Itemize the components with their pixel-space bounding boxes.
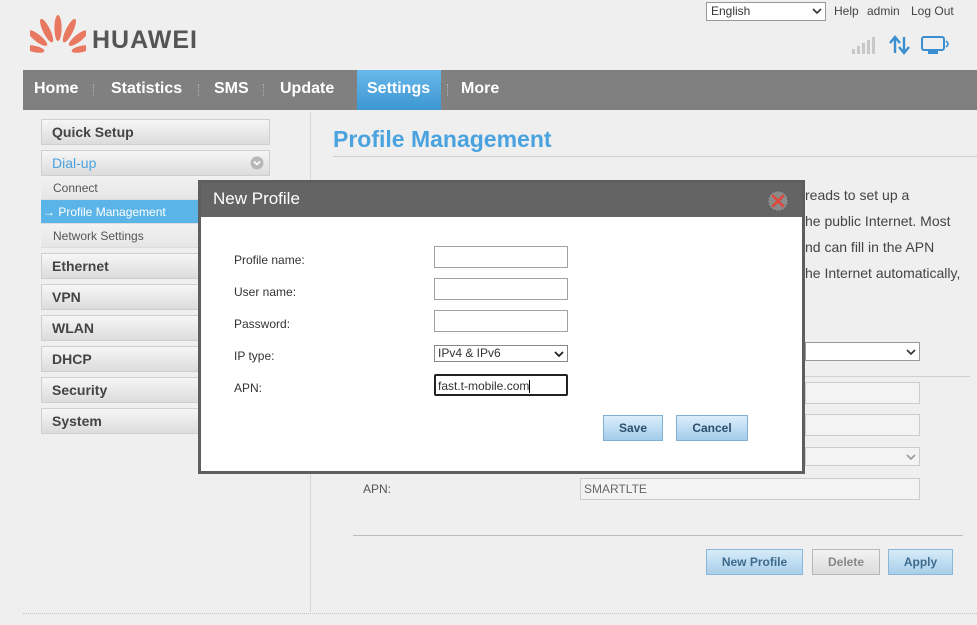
description-line: reads to set up a	[805, 187, 910, 203]
user-name-readonly	[805, 382, 920, 404]
nav-more[interactable]: More	[461, 70, 499, 110]
description-line: nd can fill in the APN	[805, 239, 935, 255]
description-line: he Internet automatically,	[805, 265, 961, 281]
new-profile-dialog: New Profile Profile name: User name: Pas…	[198, 180, 805, 474]
ip-type-select[interactable]: IPv4 & IPv6	[434, 345, 568, 362]
apn-label: APN:	[234, 381, 263, 395]
page-bottom-rule	[23, 613, 977, 615]
profile-select[interactable]	[805, 342, 920, 361]
active-arrow-icon: →	[43, 205, 55, 219]
dialog-title: New Profile	[213, 189, 300, 208]
user-link[interactable]: admin	[867, 4, 900, 18]
nav-settings-label: Settings	[367, 80, 431, 97]
sidebar-sub-label: Profile Management	[58, 205, 166, 219]
save-button[interactable]: Save	[603, 415, 663, 441]
computer-connection-icon	[921, 36, 949, 54]
bottom-rule	[353, 535, 963, 536]
nav-divider	[198, 84, 200, 96]
cancel-button[interactable]: Cancel	[676, 415, 748, 441]
nav-sms[interactable]: SMS	[214, 70, 249, 110]
signal-strength-icon	[852, 37, 875, 54]
password-label: Password:	[234, 317, 291, 331]
collapse-icon	[250, 156, 264, 170]
close-icon[interactable]	[767, 190, 789, 212]
user-name-input[interactable]	[434, 278, 568, 300]
huawei-flower-icon	[30, 15, 86, 53]
nav-statistics[interactable]: Statistics	[111, 70, 182, 110]
password-input[interactable]	[434, 310, 568, 332]
sidebar-item-label: Dial-up	[52, 155, 97, 171]
ip-type-readonly	[805, 447, 920, 466]
apn-label: APN:	[363, 482, 392, 496]
sidebar-item-dialup[interactable]: Dial-up	[41, 150, 270, 176]
nav-home[interactable]: Home	[34, 70, 78, 110]
page-title: Profile Management	[333, 126, 552, 152]
ip-type-value: IPv4 & IPv6	[438, 346, 501, 360]
profile-name-label: Profile name:	[234, 253, 305, 267]
nav-divider	[263, 84, 265, 96]
chevron-down-icon	[906, 349, 916, 356]
nav-update[interactable]: Update	[280, 70, 334, 110]
nav-divider	[447, 84, 449, 96]
profile-name-input[interactable]	[434, 246, 568, 268]
brand-name: HUAWEI	[92, 26, 198, 54]
nav-divider	[93, 84, 95, 96]
section-rule	[805, 376, 970, 377]
new-profile-button[interactable]: New Profile	[706, 549, 803, 575]
text-cursor	[529, 380, 531, 394]
status-icons	[850, 34, 960, 56]
user-name-label: User name:	[234, 285, 297, 299]
password-readonly	[805, 414, 920, 436]
apn-input-value: fast.t-mobile.com	[438, 379, 530, 393]
nav-settings-tab[interactable]: Settings	[357, 70, 441, 110]
main-navbar: Home Statistics SMS Update Settings More	[23, 70, 977, 110]
ip-type-label: IP type:	[234, 349, 275, 363]
data-transfer-icon	[889, 35, 910, 55]
logout-link[interactable]: Log Out	[911, 4, 954, 18]
title-rule	[333, 156, 977, 157]
language-select[interactable]: English	[706, 2, 826, 21]
help-link[interactable]: Help	[834, 4, 859, 18]
language-value: English	[711, 4, 751, 18]
chevron-down-icon	[554, 351, 564, 358]
sidebar-item-quick-setup[interactable]: Quick Setup	[41, 119, 270, 145]
description-line: he public Internet. Most	[805, 213, 951, 229]
huawei-logo: HUAWEI	[30, 14, 210, 58]
delete-button[interactable]: Delete	[812, 549, 880, 575]
chevron-down-icon	[812, 8, 822, 15]
dialog-header: New Profile	[201, 183, 802, 217]
apn-input[interactable]: fast.t-mobile.com	[434, 374, 568, 396]
apn-readonly: SMARTLTE	[580, 478, 920, 500]
apply-button[interactable]: Apply	[888, 549, 953, 575]
chevron-down-icon	[906, 454, 916, 461]
